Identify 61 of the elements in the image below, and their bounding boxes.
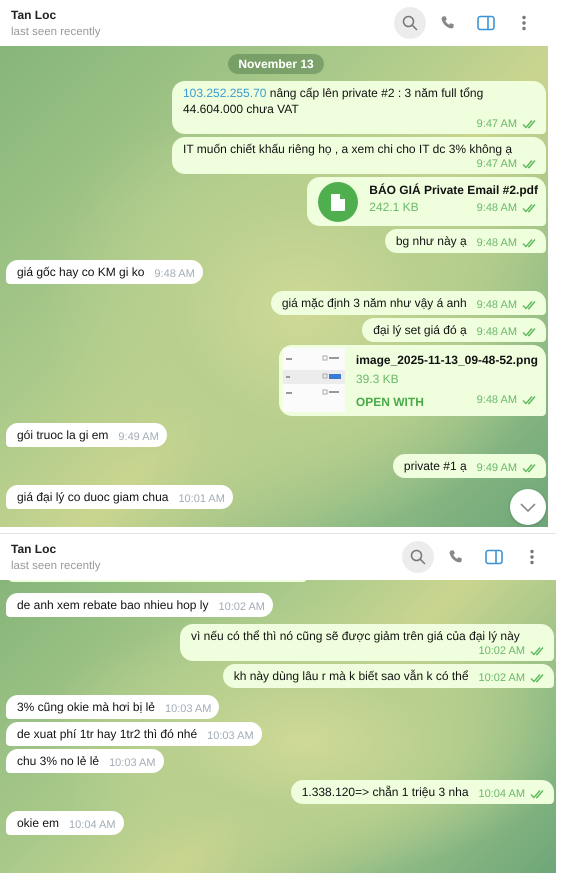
contact-name: Tan Loc [11, 542, 58, 556]
message-text: giá mặc định 3 năm như vậy á anh [282, 295, 467, 311]
message-text: giá đại lý co duoc giam chua [17, 489, 168, 505]
file-size: 39.3 KB [356, 371, 400, 387]
message-text: okie em [17, 815, 60, 831]
message-time: 9:48 AM [476, 298, 517, 312]
contact-name: Tan Loc [11, 8, 58, 22]
message-time: 10:01 AM [178, 492, 225, 506]
file-name: BÁO GIÁ Private Email #2.pdf [369, 182, 538, 198]
message-time: 10:04 AM [478, 787, 525, 801]
message-text: private #1 ạ [404, 458, 467, 474]
message-time: 10:03 AM [109, 756, 156, 770]
side-panel-icon [485, 549, 503, 565]
file-name: image_2025-11-13_09-48-52.png [356, 352, 538, 368]
message-time: 9:48 AM [476, 325, 517, 339]
last-seen-status: last seen recently [11, 26, 102, 38]
phone-icon [440, 15, 456, 31]
message-time: 10:03 AM [207, 729, 254, 743]
search-icon [410, 549, 426, 565]
phone-icon [448, 549, 464, 565]
message-time: 9:49 AM [118, 430, 159, 444]
chevron-down-icon [520, 502, 536, 512]
message-time: 9:48 AM [154, 267, 195, 281]
last-seen-status: last seen recently [11, 560, 102, 572]
message-text: kh này dùng lâu r mà k biết sao vẫn k có thể [234, 668, 469, 684]
message-time: 10:02 AM [478, 671, 525, 685]
message-time: 9:48 AM [476, 392, 517, 406]
search-button[interactable] [394, 7, 426, 39]
message-text: gói truoc la gi em [17, 427, 108, 443]
scroll-down-button[interactable] [510, 489, 546, 525]
message-text: bg như này ạ [396, 233, 467, 249]
message-time: 10:02 AM [478, 644, 525, 658]
file-message[interactable]: image_2025-11-13_09-48-52.png 39.3 KB OPEN WITH 9:48 AM [278, 345, 546, 416]
message-time: 9:48 AM [476, 236, 517, 250]
message-text: giá gốc hay co KM gi ko [17, 264, 144, 280]
search-icon [402, 15, 418, 31]
message-time: 10:02 AM [218, 600, 265, 614]
message-text: vì nếu có thể thì nó cũng sẽ được giảm trên giá của đại lý này [191, 628, 520, 644]
date-badge: November 13 [228, 54, 324, 74]
message-time: 9:47 AM [476, 157, 517, 171]
screenshot-thumbnail[interactable] [282, 348, 345, 412]
search-button[interactable] [402, 541, 434, 573]
message-text: 1.338.120=> chẵn 1 triệu 3 nha [302, 784, 469, 800]
message-text: chu 3% no lẻ lẻ [17, 753, 100, 769]
file-size: 242.1 KB [369, 199, 419, 215]
message-time: 10:04 AM [69, 818, 116, 832]
document-icon[interactable] [318, 182, 358, 222]
side-panel-icon [477, 15, 495, 31]
file-message[interactable]: BÁO GIÁ Private Email #2.pdf 242.1 KB 9:48 AM [307, 177, 546, 226]
message-time: 9:49 AM [476, 461, 517, 475]
message-time: 9:47 AM [476, 117, 517, 131]
message-text: de xuat phí 1tr hay 1tr2 thì đó nhé [17, 726, 198, 742]
message-text: 3% cũng okie mà hơi bị lẻ [17, 699, 155, 715]
more-icon [522, 15, 526, 31]
message-text: 103.252.255.70 nâng cấp lên private #2 : 3 năm full tổng 44.604.000 chưa VAT [183, 85, 484, 117]
message-text: đại lý set giá đó ạ [373, 322, 467, 338]
message-time: 10:03 AM [164, 702, 212, 716]
message-text: de anh xem rebate bao nhieu hop ly [17, 597, 208, 613]
message-text: IT muốn chiết khấu riêng họ , a xem chi cho IT dc 3% không ạ [183, 141, 512, 157]
more-icon [530, 549, 534, 565]
message-time: 9:48 AM [476, 200, 517, 214]
